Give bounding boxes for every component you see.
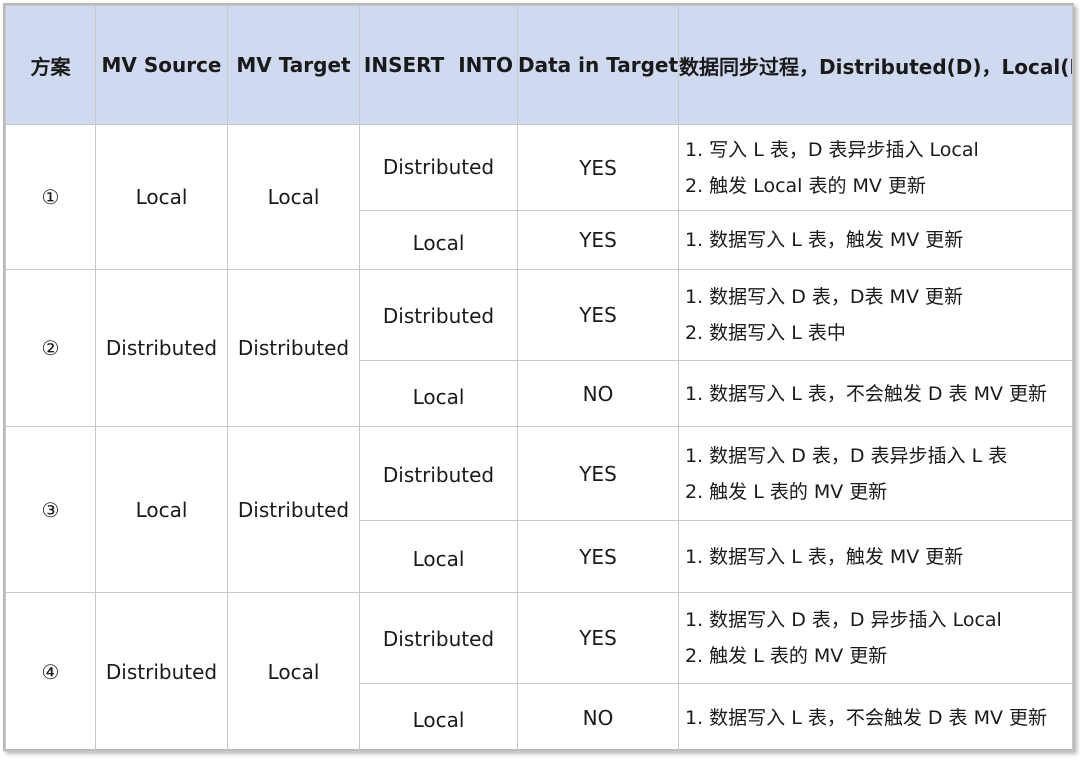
process-line: 2. 数据写入 L 表中 (685, 322, 846, 344)
insert-into-cell: Local (359, 210, 518, 270)
process-line: 1. 数据写入 D 表，D表 MV 更新 (685, 286, 963, 308)
process-line: 2. 触发 L 表的 MV 更新 (685, 645, 888, 667)
process-line: 1. 数据写入 L 表，触发 MV 更新 (685, 545, 964, 568)
data-in-target-cell: YES (517, 592, 679, 684)
process-cell: 1. 数据写入 L 表，不会触发 D 表 MV 更新 (678, 683, 1073, 752)
header-scheme: 方案 (5, 5, 96, 125)
process-line: 1. 数据写入 L 表，不会触发 D 表 MV 更新 (685, 382, 1048, 405)
insert-into-cell: Distributed (359, 592, 518, 684)
mv-source-cell: Distributed (95, 592, 228, 752)
mv-target-cell: Distributed (227, 269, 360, 427)
mv-source-cell: Local (95, 426, 228, 593)
process-line: 1. 写入 L 表，D 表异步插入 Local (685, 138, 979, 161)
process-line: 1. 数据写入 D 表，D 表异步插入 L 表 (685, 444, 1008, 467)
process-line: 2. 触发 Local 表的 MV 更新 (685, 174, 926, 197)
insert-into-cell: Local (359, 683, 518, 752)
process-cell: 1. 写入 L 表，D 表异步插入 Local 2. 触发 Local 表的 M… (678, 124, 1073, 211)
scheme-marker: ③ (5, 426, 96, 593)
data-in-target-cell: YES (517, 124, 679, 211)
header-row: 方案 MV Source MV Target INSERT INTO Data … (5, 5, 1073, 125)
table-row: ④ Distributed Local Distributed YES 1. 数… (5, 592, 1073, 752)
data-in-target-cell: YES (517, 520, 679, 593)
table-row: ① Local Local Distributed YES 1. 写入 L 表，… (5, 124, 1073, 270)
insert-into-cell: Local (359, 360, 518, 427)
process-cell: 1. 数据写入 D 表，D 表异步插入 L 表 2. 触发 L 表的 MV 更新 (678, 426, 1073, 521)
insert-into-cell: Distributed (359, 426, 518, 521)
table-row: ② Distributed Distributed Distributed YE… (5, 269, 1073, 427)
mv-source-cell: Distributed (95, 269, 228, 427)
process-cell: 1. 数据写入 D 表，D 异步插入 Local 2. 触发 L 表的 MV 更… (678, 592, 1073, 684)
data-in-target-cell: YES (517, 210, 679, 270)
mv-target-cell: Local (227, 592, 360, 752)
header-insert-into: INSERT INTO (359, 5, 518, 125)
scheme-marker: ② (5, 269, 96, 427)
insert-into-cell: Distributed (359, 269, 518, 361)
header-mv-source: MV Source (95, 5, 228, 125)
scheme-marker: ④ (5, 592, 96, 752)
insert-into-cell: Local (359, 520, 518, 593)
table-row: ③ Local Distributed Distributed YES 1. 数… (5, 426, 1073, 593)
process-cell: 1. 数据写入 L 表，触发 MV 更新 (678, 520, 1073, 593)
process-line: 2. 触发 L 表的 MV 更新 (685, 480, 888, 503)
header-process: 数据同步过程，Distributed(D)，Local(L) (678, 5, 1073, 125)
process-cell: 1. 数据写入 D 表，D表 MV 更新 2. 数据写入 L 表中 (678, 269, 1073, 361)
table-frame: 方案 MV Source MV Target INSERT INTO Data … (3, 3, 1074, 752)
data-in-target-cell: NO (517, 683, 679, 752)
scheme-marker: ① (5, 124, 96, 270)
process-line: 1. 数据写入 L 表，触发 MV 更新 (685, 229, 964, 251)
mv-sync-table: 方案 MV Source MV Target INSERT INTO Data … (5, 5, 1073, 752)
process-line: 1. 数据写入 L 表，不会触发 D 表 MV 更新 (685, 706, 1048, 729)
insert-into-cell: Distributed (359, 124, 518, 211)
process-line: 1. 数据写入 D 表，D 异步插入 Local (685, 609, 1002, 631)
data-in-target-cell: NO (517, 360, 679, 427)
mv-target-cell: Local (227, 124, 360, 270)
header-mv-target: MV Target (227, 5, 360, 125)
data-in-target-cell: YES (517, 426, 679, 521)
header-data-in-target: Data in Target (517, 5, 679, 125)
process-cell: 1. 数据写入 L 表，触发 MV 更新 (678, 210, 1073, 270)
mv-source-cell: Local (95, 124, 228, 270)
process-cell: 1. 数据写入 L 表，不会触发 D 表 MV 更新 (678, 360, 1073, 427)
mv-target-cell: Distributed (227, 426, 360, 593)
data-in-target-cell: YES (517, 269, 679, 361)
